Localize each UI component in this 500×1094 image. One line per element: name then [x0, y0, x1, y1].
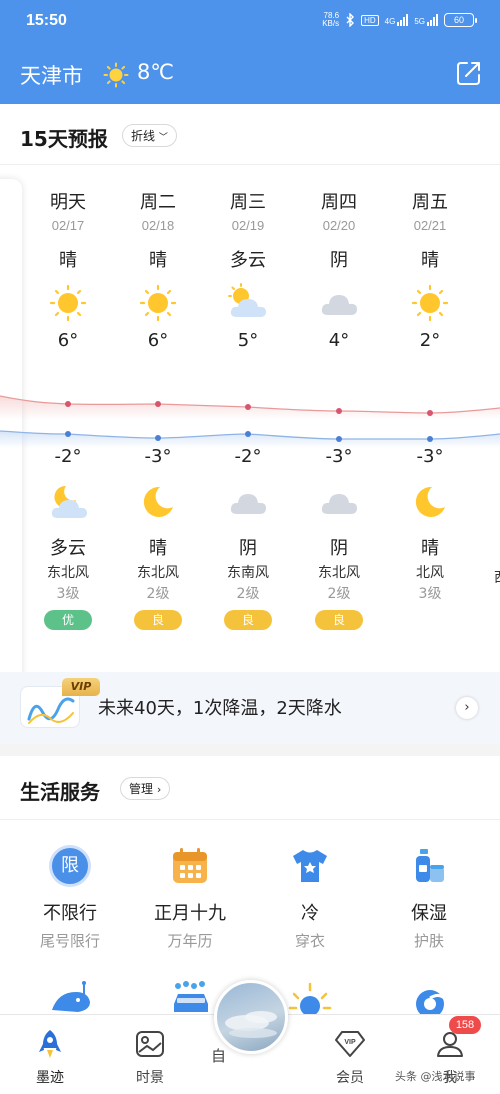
chevron-right-icon: ›: [156, 783, 162, 796]
moon-icon: [143, 486, 173, 517]
center-photo-button[interactable]: [214, 980, 288, 1054]
services-title: 生活服务: [20, 780, 100, 804]
calendar-icon: [173, 848, 207, 883]
main-content: 15天预报 折线 ﹀ 明天 02/17 晴 6° 周二 02/18 晴 6° 周…: [0, 104, 500, 1014]
service-restriction[interactable]: 限 不限行 尾号限行: [20, 842, 120, 951]
clothing-icon: [293, 850, 327, 882]
sun-cloud-icon: [228, 283, 266, 317]
status-bar: 15:50 78.6 KB/s HD 4G 5G 60: [0, 0, 500, 44]
aqi-badge: 良: [134, 610, 182, 630]
net-speed: 78.6 KB/s: [322, 11, 340, 28]
forecast-day[interactable]: 周四 02/20 阴 4°: [294, 188, 384, 351]
picture-icon: [136, 1031, 164, 1057]
signal-4g-icon: 4G: [385, 14, 409, 26]
service-skincare[interactable]: 保湿 护肤: [379, 842, 479, 951]
sun-icon: [139, 284, 177, 322]
next-day-partial: 西: [494, 567, 500, 587]
service-clothing[interactable]: 冷 穿衣: [260, 842, 360, 951]
vip-badge: VIP: [62, 678, 100, 696]
notification-badge: 158: [449, 1016, 481, 1034]
aqi-badge: 良: [315, 610, 363, 630]
wind-swirl-icon: [416, 990, 448, 1014]
moon-icon: [415, 486, 445, 517]
sun-icon: [411, 284, 449, 322]
svg-text:VIP: VIP: [344, 1039, 356, 1046]
forecast-day[interactable]: 明天 02/17 晴 6°: [23, 188, 113, 351]
restriction-icon: 限: [49, 845, 91, 887]
banner-text: 未来40天，1次降温，2天降水: [98, 698, 342, 719]
forecast-day[interactable]: 周二 02/18 晴 6°: [113, 188, 203, 351]
profile-icon: [437, 1032, 463, 1057]
forecast-night: -3° 晴 北风 3级: [385, 446, 475, 609]
vip-diamond-icon: VIP: [335, 1031, 365, 1057]
city-name[interactable]: 天津市: [20, 60, 83, 90]
current-temperature: 8℃: [137, 60, 174, 84]
sun-icon: [49, 284, 87, 322]
forecast-40day-banner[interactable]: VIP 未来40天，1次降温，2天降水 ›: [0, 672, 500, 744]
forecast-night: -3° 晴 东北风 2级 良: [113, 446, 203, 630]
chevron-down-icon: ﹀: [158, 133, 168, 143]
service-calendar[interactable]: 正月十九 万年历: [140, 842, 240, 951]
rocket-icon: [39, 1030, 61, 1058]
uv-sun-icon: [288, 982, 332, 1014]
signal-5g-icon: 5G: [414, 14, 438, 26]
car-wash-icon: [174, 981, 208, 1012]
system-icons: 78.6 KB/s HD 4G 5G 60: [322, 11, 477, 28]
bluetooth-icon: [346, 13, 355, 27]
forecast-title: 15天预报: [20, 127, 108, 151]
hd-icon: HD: [361, 14, 379, 26]
forecast-day[interactable]: 周五 02/21 晴 2°: [385, 188, 475, 351]
forecast-night: -3° 阴 东北风 2级 良: [294, 446, 384, 630]
tab-member[interactable]: VIP 会员: [310, 1027, 390, 1087]
cloud-icon: [321, 494, 357, 514]
cloud-icon: [230, 494, 266, 514]
services-manage-button[interactable]: 管理 ›: [120, 777, 171, 800]
sun-icon: [103, 62, 129, 88]
center-tab-label-partial: 自: [211, 1047, 227, 1065]
status-time: 15:50: [26, 12, 67, 29]
tab-moji[interactable]: 墨迹: [10, 1027, 90, 1087]
watermark: 头条 @浅水说事: [395, 1070, 476, 1083]
chevron-right-icon[interactable]: ›: [456, 697, 478, 719]
cloud-icon: [321, 295, 357, 315]
aqi-badge: 良: [224, 610, 272, 630]
forecast-night: -2° 多云 东北风 3级 优: [23, 446, 113, 630]
battery-icon: 60: [444, 13, 477, 27]
forecast-day[interactable]: 周三 02/19 多云 5°: [203, 188, 293, 351]
aqi-badge: 优: [44, 610, 92, 630]
skincare-icon: [416, 849, 444, 882]
divider: [0, 819, 500, 820]
fishing-icon: [52, 981, 90, 1012]
forecast-night: -2° 阴 东南风 2级 良: [203, 446, 293, 630]
moon-cloud-icon: [51, 485, 87, 518]
section-gap: [0, 744, 500, 756]
tab-scenes[interactable]: 时景: [110, 1027, 190, 1087]
share-icon[interactable]: [455, 59, 483, 87]
app-header: 15:50 78.6 KB/s HD 4G 5G 60 天津市 8℃: [0, 0, 500, 104]
divider: [0, 164, 500, 165]
forecast-view-toggle[interactable]: 折线 ﹀: [122, 124, 177, 147]
